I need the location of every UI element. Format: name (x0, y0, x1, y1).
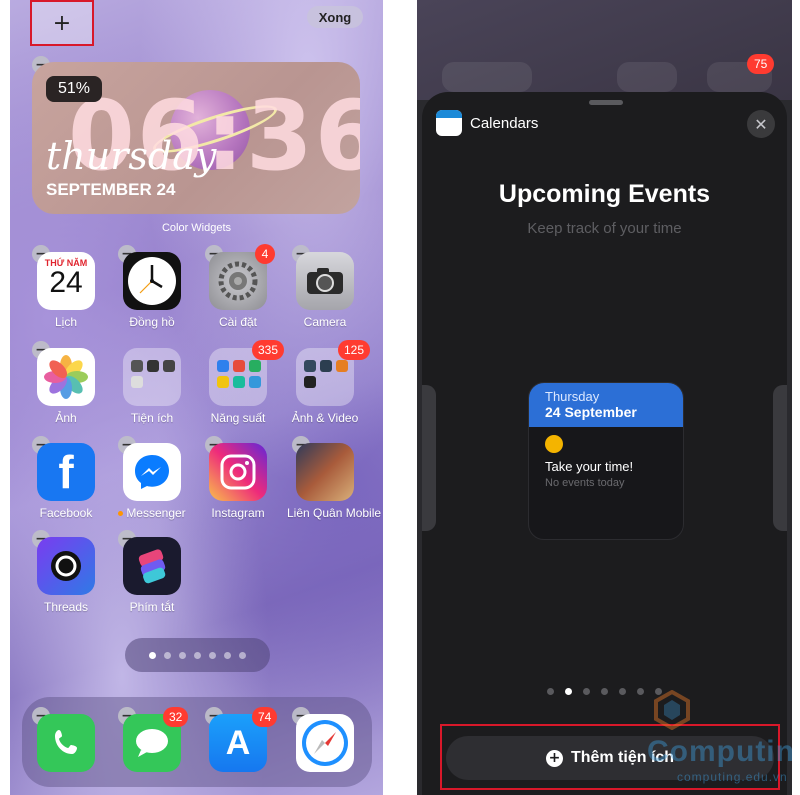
blurred-widget (442, 62, 532, 92)
shortcuts-icon (123, 537, 181, 595)
notification-badge: 125 (338, 340, 371, 360)
widget-carousel-dots[interactable] (422, 688, 787, 695)
app-safari[interactable] (287, 714, 363, 772)
app-clock[interactable]: Đồng hồ (114, 252, 190, 329)
preview-message: Take your time! (545, 459, 634, 474)
widget-label: Color Widgets (161, 222, 232, 234)
game-icon (296, 443, 354, 501)
notification-badge: 74 (252, 707, 278, 727)
close-icon[interactable]: ✕ (747, 110, 775, 138)
notification-badge: 4 (255, 244, 275, 264)
instagram-icon (209, 443, 267, 501)
folder-utilities[interactable]: Tiện ích (114, 348, 190, 425)
widget-date: SEPTEMBER 24 (46, 180, 176, 199)
preview-day: Thursday (545, 389, 600, 404)
watermark-brand: Computing (647, 735, 792, 768)
folder-icon (123, 348, 181, 406)
widget-title: Upcoming Events (498, 180, 711, 208)
done-button[interactable]: Xong (307, 6, 363, 28)
widget-weekday: thursday (46, 134, 217, 178)
next-widget-preview[interactable] (773, 385, 787, 531)
previous-widget-preview[interactable] (422, 385, 436, 531)
home-screen-edit-mode: + Xong − 06:36 51% thursday SEPTEMBER 24… (10, 0, 383, 795)
app-lien-quan-mobile[interactable]: Liên Quân Mobile (287, 443, 381, 520)
widget-subtitle: Keep track of your time (527, 220, 682, 237)
widget-sheet: Calendars ✕ Upcoming Events Keep track o… (422, 92, 787, 795)
color-widget[interactable]: 06:36 51% thursday SEPTEMBER 24 (32, 62, 360, 214)
app-phone[interactable] (28, 714, 104, 772)
sheet-grabber[interactable] (589, 100, 623, 105)
safari-icon (296, 714, 354, 772)
app-messenger[interactable]: Messenger (114, 443, 190, 520)
computing-logo-icon (654, 690, 690, 730)
page-indicator[interactable] (125, 638, 270, 672)
messenger-icon (123, 443, 181, 501)
blurred-widget (617, 62, 677, 92)
plus-circle-icon: + (545, 749, 563, 767)
calendars-app-icon (436, 110, 462, 136)
notification-badge: 335 (252, 340, 285, 360)
app-instagram[interactable]: Instagram (200, 443, 276, 520)
facebook-icon: f (37, 443, 95, 501)
app-title: Calendars (470, 115, 539, 132)
widget-preview[interactable]: Thursday 24 September Take your time! No… (528, 382, 684, 540)
wink-emoji-icon (545, 435, 563, 453)
app-calendar[interactable]: THỨ NĂM 24 Lịch (28, 252, 104, 329)
app-photos[interactable]: Ảnh (28, 348, 104, 425)
add-widget-button[interactable]: + (30, 0, 94, 46)
app-facebook[interactable]: f Facebook (28, 443, 104, 520)
battery-percentage: 51% (46, 76, 103, 102)
calendar-icon: THỨ NĂM 24 (37, 252, 95, 310)
app-threads[interactable]: Threads (28, 537, 104, 614)
clock-icon (123, 252, 181, 310)
app-camera[interactable]: Camera (287, 252, 363, 329)
widget-gallery-screen: 75 Calendars ✕ Upcoming Events Keep trac… (417, 0, 792, 795)
preview-date: 24 September (545, 404, 637, 420)
app-shortcuts[interactable]: Phím tắt (114, 537, 190, 614)
threads-icon (37, 537, 95, 595)
phone-icon (37, 714, 95, 772)
camera-icon (296, 252, 354, 310)
notification-badge: 32 (163, 707, 189, 727)
preview-empty-text: No events today (545, 477, 625, 489)
notification-badge: 75 (747, 54, 775, 74)
new-indicator-dot (118, 511, 124, 517)
watermark-url: computing.edu.vn (677, 770, 788, 784)
photos-icon (37, 348, 95, 406)
